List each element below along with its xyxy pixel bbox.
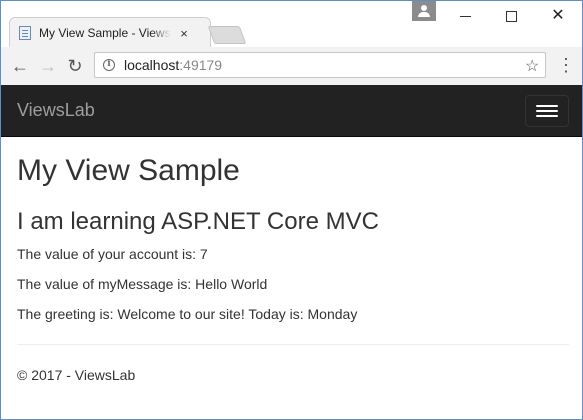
- url-text[interactable]: localhost:49179: [124, 57, 222, 73]
- tab-title[interactable]: My View Sample - ViewsLab: [39, 26, 171, 40]
- navbar-toggle-button[interactable]: [525, 95, 569, 127]
- info-icon[interactable]: i: [103, 59, 115, 71]
- minimize-icon: [460, 16, 471, 17]
- url-port: :49179: [179, 57, 223, 73]
- kebab-menu-icon[interactable]: ⋮: [557, 55, 575, 77]
- arrow-left-icon[interactable]: ←: [9, 55, 31, 77]
- new-tab-button[interactable]: [207, 26, 247, 44]
- site-navbar: ViewsLab: [1, 85, 582, 137]
- tab-close-icon[interactable]: ×: [177, 26, 191, 41]
- arrow-right-icon[interactable]: →: [37, 55, 59, 77]
- window-close-button[interactable]: ✕: [538, 5, 578, 27]
- footer-text: © 2017 - ViewsLab: [17, 367, 136, 383]
- tab-content: My View Sample - ViewsLab ×: [19, 19, 199, 47]
- greeting-text: The greeting is: Welcome to our site! To…: [17, 306, 358, 322]
- reload-icon[interactable]: ↻: [64, 55, 86, 77]
- message-value-text: The value of myMessage is: Hello World: [17, 276, 268, 292]
- maximize-icon: [506, 11, 517, 22]
- url-host: localhost: [124, 57, 180, 73]
- account-value-text: The value of your account is: 7: [17, 246, 208, 262]
- address-bar[interactable]: i localhost:49179 ☆: [94, 52, 546, 78]
- page-favicon-icon: [19, 26, 31, 40]
- navbar-brand[interactable]: ViewsLab: [17, 100, 95, 121]
- hamburger-icon-bar: [536, 105, 558, 107]
- page-title: My View Sample: [17, 154, 240, 187]
- title-bar: My View Sample - ViewsLab × ✕: [1, 1, 582, 48]
- star-icon[interactable]: ☆: [525, 56, 539, 76]
- hamburger-icon-bar: [536, 115, 558, 117]
- profile-icon[interactable]: [412, 1, 436, 21]
- maximize-button[interactable]: [491, 5, 531, 27]
- browser-toolbar: ← → ↻ i localhost:49179 ☆ ⋮: [1, 47, 582, 86]
- hamburger-icon-bar: [536, 110, 558, 112]
- page-subtitle: I am learning ASP.NET Core MVC: [17, 208, 379, 235]
- browser-window: My View Sample - ViewsLab × ✕ ← → ↻ i lo…: [0, 0, 583, 420]
- divider: [17, 344, 569, 345]
- minimize-button[interactable]: [446, 5, 486, 27]
